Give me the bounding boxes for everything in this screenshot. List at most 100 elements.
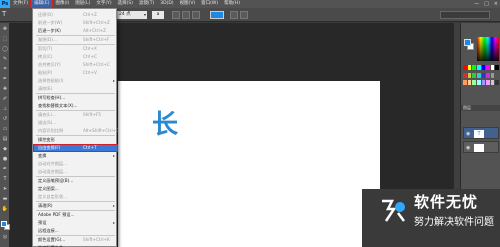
swatch[interactable] (476, 80, 481, 86)
chevron-down-icon[interactable]: ▾ (144, 11, 146, 19)
edit-menu-item[interactable]: 自由变换(F) Ctrl+T (33, 144, 118, 152)
menu-view[interactable]: 视图(V) (177, 0, 199, 8)
swatch[interactable] (481, 80, 486, 86)
edit-menu-item[interactable]: 清除(E) (33, 85, 118, 93)
edit-menu-item[interactable]: 定义自定形状... (33, 193, 118, 201)
menu-type[interactable]: 文字(Y) (93, 0, 114, 8)
pen-tool-icon[interactable]: ✒ (1, 165, 9, 173)
edit-menu-item[interactable]: 填充(L)... Shift+F5 (33, 111, 118, 119)
edit-menu-item[interactable]: 自动对齐图层... (33, 160, 118, 168)
edit-menu-item[interactable]: Adobe PDF 预设... (33, 211, 118, 219)
swatch[interactable] (476, 72, 481, 78)
stamp-tool-icon[interactable]: ⊥ (1, 105, 9, 113)
warp-text-button[interactable] (230, 11, 238, 19)
edit-menu-item[interactable]: 内容识别比例 Alt+Shift+Ctrl+C (33, 127, 119, 135)
swatch[interactable] (472, 80, 476, 86)
swatch[interactable] (486, 65, 490, 70)
workspace-select[interactable] (440, 11, 490, 19)
edit-menu-item[interactable]: 描边(S)... (33, 119, 118, 127)
swatch[interactable] (490, 72, 495, 78)
swatch[interactable] (463, 65, 467, 70)
swatch[interactable] (467, 80, 472, 86)
minimize-icon[interactable]: — (474, 0, 479, 8)
edit-menu-item[interactable]: 前进一步(W) Shift+Ctrl+Z (33, 19, 118, 27)
swatch[interactable] (486, 80, 490, 86)
swatch[interactable] (495, 65, 499, 70)
edit-menu-item[interactable]: 颜色设置(G)... Shift+Ctrl+K (33, 236, 118, 244)
hand-tool-icon[interactable]: ✋ (1, 205, 9, 213)
edit-menu-item[interactable]: 还原(O) Ctrl+Z (33, 11, 118, 19)
maximize-icon[interactable]: □ (484, 0, 489, 8)
font-size-field[interactable]: 24 点 ▾ (117, 11, 147, 19)
layers-panel-header[interactable]: 图层 (461, 105, 500, 111)
swatch[interactable] (490, 65, 495, 70)
brush-tool-icon[interactable]: ✐ (1, 95, 9, 103)
edit-menu-item[interactable]: 剪切(T) Ctrl+X (33, 45, 118, 53)
quick-mask-icon[interactable]: ◎ (1, 233, 9, 241)
crop-tool-icon[interactable]: ⌗ (1, 65, 9, 73)
canvas-text[interactable]: 长 (152, 104, 178, 141)
menu-3d[interactable]: 3D(D) (157, 0, 176, 8)
antialias-select[interactable]: a (152, 11, 164, 19)
text-color-swatch[interactable] (210, 11, 224, 19)
swatch[interactable] (490, 80, 495, 86)
close-icon[interactable]: × (494, 0, 498, 8)
gradient-tool-icon[interactable]: ▤ (1, 135, 9, 143)
healing-tool-icon[interactable]: ✚ (1, 85, 9, 93)
marquee-tool-icon[interactable]: ⬚ (1, 35, 9, 43)
eraser-tool-icon[interactable]: ▭ (1, 125, 9, 133)
edit-menu-item[interactable]: 后退一步(K) Alt+Ctrl+Z (33, 27, 118, 35)
layer-row-background[interactable]: ◉ (463, 141, 499, 153)
edit-menu-item[interactable]: 操控变形 (33, 136, 118, 144)
swatch[interactable] (495, 80, 499, 86)
edit-menu-item[interactable]: 预设 ▸ (33, 219, 118, 227)
edit-menu-item[interactable]: 渐隐(D)... Shift+Ctrl+F (33, 36, 118, 44)
menu-image[interactable]: 图像(I) (52, 0, 72, 8)
history-brush-tool-icon[interactable]: ↺ (1, 115, 9, 123)
color-spectrum[interactable] (477, 37, 499, 61)
swatch[interactable] (476, 65, 481, 70)
edit-menu-item[interactable]: 定义画笔预设(B)... (33, 177, 118, 185)
align-right-button[interactable] (192, 11, 200, 19)
menu-file[interactable]: 文件(F) (10, 0, 31, 8)
menu-select[interactable]: 选择(S) (115, 0, 136, 8)
swatch[interactable] (486, 72, 490, 78)
swatch[interactable] (463, 72, 467, 78)
panel-foreground-color[interactable] (464, 39, 471, 46)
character-panel-button[interactable] (240, 11, 248, 19)
swatch[interactable] (472, 65, 476, 70)
menu-filter[interactable]: 滤镜(T) (136, 0, 157, 8)
edit-menu-item[interactable]: 粘贴(P) Ctrl+V (33, 69, 118, 77)
menu-help[interactable]: 帮助(H) (221, 0, 243, 8)
swatch[interactable] (467, 65, 472, 70)
edit-menu-item[interactable]: 自动混合图层... (33, 168, 118, 176)
blur-tool-icon[interactable]: ◆ (1, 145, 9, 153)
swatch[interactable] (463, 80, 467, 86)
edit-menu-item[interactable]: 查找和替换文本(X)... (33, 102, 118, 110)
menu-edit[interactable]: 编辑(E) (30, 0, 54, 9)
layer-row-text[interactable]: ◉ T (463, 127, 499, 139)
foreground-color-swatch[interactable] (1, 221, 7, 227)
move-tool-icon[interactable]: ✥ (1, 25, 9, 33)
edit-menu-item[interactable]: 变换 ▸ (33, 152, 118, 160)
menu-layer[interactable]: 图层(L) (72, 0, 93, 8)
edit-menu-item[interactable]: 拼写检查(H)... (33, 94, 118, 102)
eyedropper-tool-icon[interactable]: ✒ (1, 75, 9, 83)
edit-menu-item[interactable]: 清理(R) ▸ (33, 202, 118, 210)
quick-select-tool-icon[interactable]: ✎ (1, 55, 9, 63)
edit-menu-item[interactable]: 选择性粘贴(I) ▸ (33, 77, 118, 85)
lasso-tool-icon[interactable]: ◯ (1, 45, 9, 53)
swatch[interactable] (495, 72, 499, 78)
eye-icon[interactable]: ◉ (466, 145, 470, 151)
edit-menu-item[interactable]: 拷贝(C) Ctrl+C (33, 53, 118, 61)
edit-menu-item[interactable]: 定义图案... (33, 185, 118, 193)
swatch[interactable] (472, 72, 476, 78)
menu-window[interactable]: 窗口(W) (198, 0, 221, 8)
dodge-tool-icon[interactable]: ● (1, 155, 9, 163)
align-center-button[interactable] (182, 11, 190, 19)
edit-menu-item[interactable]: 合并拷贝(Y) Shift+Ctrl+C (33, 61, 118, 69)
swatch[interactable] (481, 65, 486, 70)
align-left-button[interactable] (172, 11, 180, 19)
swatch[interactable] (481, 72, 486, 78)
type-tool-icon[interactable]: T (2, 10, 10, 19)
